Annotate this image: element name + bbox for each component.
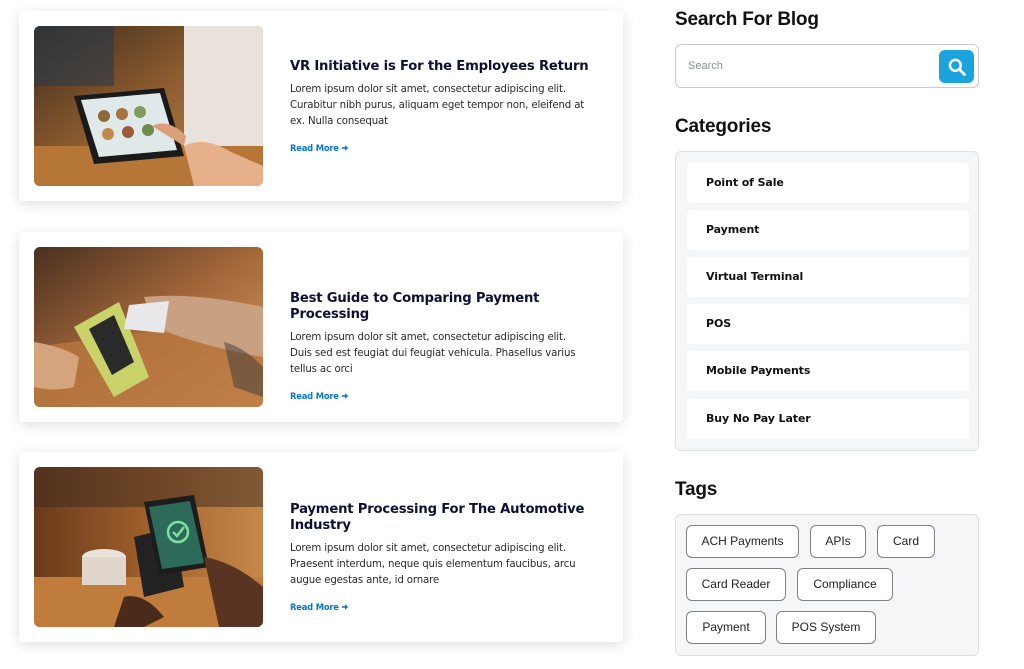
post-body: Payment Processing For The Automotive In… (290, 502, 590, 615)
post-excerpt: Lorem ipsum dolor sit amet, consectetur … (290, 84, 585, 127)
search-box (675, 44, 979, 88)
tag-card[interactable]: Card (877, 525, 935, 558)
category-item-pos[interactable]: POS (687, 304, 969, 344)
post-thumbnail-tablet-ordering[interactable] (34, 26, 263, 186)
read-more-label: Read More (290, 602, 339, 612)
arrow-right-icon (341, 145, 348, 151)
arrow-right-icon (341, 393, 348, 399)
search-button[interactable] (939, 50, 974, 83)
search-icon (948, 58, 966, 76)
category-item-mobile-payments[interactable]: Mobile Payments (687, 351, 969, 391)
post-body: Best Guide to Comparing Payment Processi… (290, 291, 590, 404)
categories-panel: Point of Sale Payment Virtual Terminal P… (675, 151, 979, 451)
category-item-buy-no-pay-later[interactable]: Buy No Pay Later (687, 399, 969, 439)
read-more-link[interactable]: Read More (290, 391, 349, 401)
blog-post-card[interactable]: VR Initiative is For the Employees Retur… (19, 11, 623, 201)
post-title[interactable]: Payment Processing For The Automotive In… (290, 502, 590, 534)
arrow-right-icon (341, 604, 348, 610)
read-more-label: Read More (290, 143, 339, 153)
blog-post-card[interactable]: Best Guide to Comparing Payment Processi… (19, 232, 623, 422)
read-more-label: Read More (290, 391, 339, 401)
post-excerpt: Lorem ipsum dolor sit amet, consectetur … (290, 332, 576, 375)
category-item-point-of-sale[interactable]: Point of Sale (687, 163, 969, 203)
tag-payment[interactable]: Payment (686, 611, 766, 644)
categories-heading: Categories (675, 116, 772, 137)
search-heading: Search For Blog (675, 9, 819, 30)
post-thumbnail-card-terminal[interactable] (34, 247, 263, 407)
tags-panel: ACH Payments APIs Card Card Reader Compl… (675, 514, 979, 656)
post-excerpt: Lorem ipsum dolor sit amet, consectetur … (290, 543, 576, 586)
read-more-link[interactable]: Read More (290, 143, 349, 153)
category-item-virtual-terminal[interactable]: Virtual Terminal (687, 257, 969, 297)
search-input[interactable] (688, 55, 928, 77)
tags-heading: Tags (675, 479, 718, 500)
category-item-payment[interactable]: Payment (687, 210, 969, 250)
post-title[interactable]: VR Initiative is For the Employees Retur… (290, 59, 590, 75)
post-body: VR Initiative is For the Employees Retur… (290, 59, 590, 156)
tag-ach-payments[interactable]: ACH Payments (686, 525, 799, 558)
post-thumbnail-phone-payment[interactable] (34, 467, 263, 627)
tag-apis[interactable]: APIs (810, 525, 866, 558)
tag-compliance[interactable]: Compliance (797, 568, 893, 601)
tag-card-reader[interactable]: Card Reader (686, 568, 786, 601)
tag-pos-system[interactable]: POS System (776, 611, 876, 644)
blog-post-card[interactable]: Payment Processing For The Automotive In… (19, 452, 623, 642)
read-more-link[interactable]: Read More (290, 602, 349, 612)
post-title[interactable]: Best Guide to Comparing Payment Processi… (290, 291, 590, 323)
